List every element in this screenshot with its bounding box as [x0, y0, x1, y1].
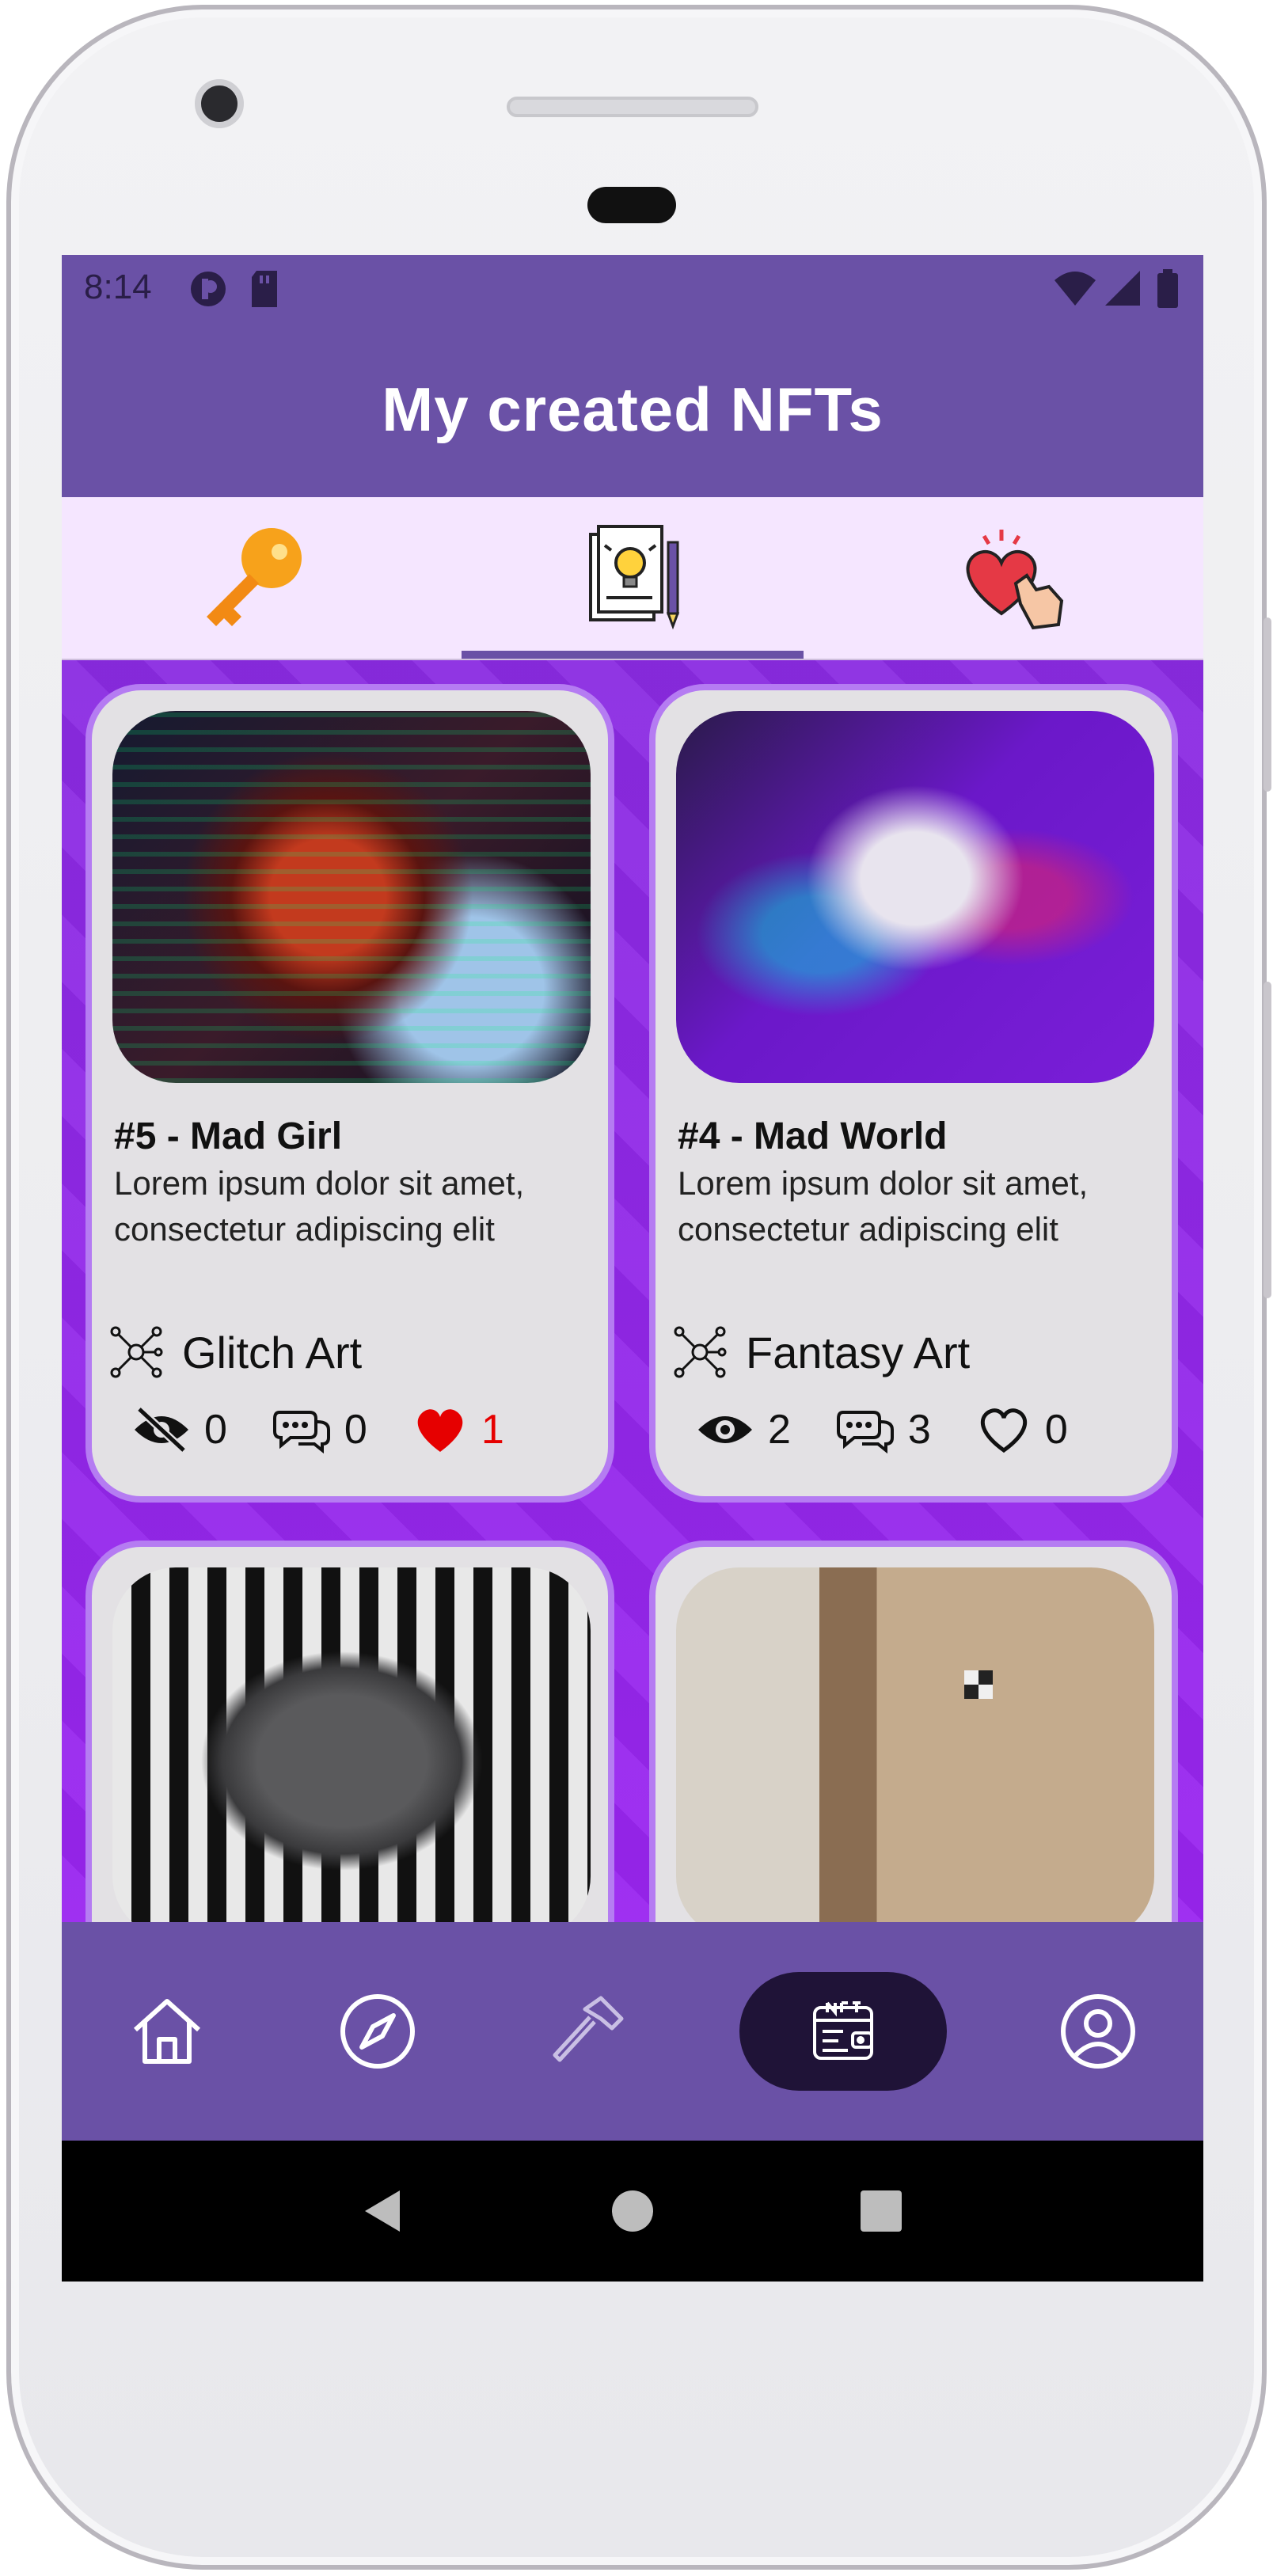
nav-home[interactable] — [108, 1972, 226, 2091]
comments-icon — [836, 1411, 894, 1453]
comments-stat: 3 — [835, 1406, 931, 1453]
nft-card[interactable] — [649, 1541, 1178, 1922]
cellular-signal-icon — [1104, 269, 1142, 316]
nav-explore[interactable] — [318, 1972, 437, 2091]
nav-profile[interactable] — [1039, 1972, 1157, 2091]
app-bar: My created NFTs — [62, 321, 1203, 497]
profile-icon — [1061, 1994, 1135, 2069]
likes-stat[interactable]: 0 — [975, 1404, 1068, 1455]
volume-button — [1264, 617, 1271, 792]
nft-category: Fantasy Art — [671, 1324, 970, 1381]
views-count: 0 — [204, 1407, 227, 1453]
status-bar: 8:14 — [62, 255, 1203, 321]
tab-created[interactable] — [443, 497, 823, 659]
views-stat: 0 — [131, 1406, 227, 1453]
nft-category: Glitch Art — [108, 1324, 362, 1381]
nft-image — [112, 711, 591, 1083]
nft-description: Lorem ipsum dolor sit amet, consectetur … — [678, 1165, 1089, 1248]
wifi-icon — [1053, 269, 1097, 316]
nft-description: Lorem ipsum dolor sit amet, consectetur … — [114, 1165, 525, 1248]
nft-image — [676, 1567, 1154, 1922]
heart-outline-icon[interactable] — [975, 1404, 1032, 1455]
home-icon — [133, 1999, 201, 2064]
bottom-navigation — [62, 1922, 1203, 2141]
app-screen: 8:14 My created NFTs #5 - Mad Girl Lorem… — [62, 255, 1203, 2282]
idea-paper-icon — [589, 525, 680, 630]
nft-card[interactable]: #4 - Mad World Lorem ipsum dolor sit ame… — [649, 684, 1178, 1503]
tab-bar — [62, 497, 1203, 660]
home-circle-icon[interactable] — [609, 2187, 656, 2235]
hammer-icon — [553, 1996, 624, 2062]
comments-count: 0 — [344, 1407, 367, 1453]
nft-card[interactable] — [86, 1541, 614, 1922]
page-title: My created NFTs — [382, 374, 884, 444]
earpiece-speaker — [507, 97, 758, 117]
comments-count: 3 — [907, 1407, 931, 1453]
nft-wallet-icon — [813, 2001, 873, 2060]
proximity-sensor — [587, 187, 676, 223]
nft-card[interactable]: #5 - Mad Girl Lorem ipsum dolor sit amet… — [86, 684, 614, 1503]
likes-count: 1 — [481, 1407, 504, 1453]
eye-off-icon — [135, 1406, 188, 1453]
views-stat: 2 — [695, 1406, 791, 1453]
nft-grid[interactable]: #5 - Mad Girl Lorem ipsum dolor sit amet… — [62, 660, 1203, 1922]
likes-count: 0 — [1044, 1407, 1068, 1453]
app-notification-icon — [188, 269, 228, 317]
heart-hand-icon — [966, 530, 1063, 630]
sd-card-icon — [249, 269, 280, 317]
nft-title: #5 - Mad Girl — [114, 1115, 343, 1157]
nav-my-nfts[interactable] — [739, 1972, 947, 2091]
heart-filled-icon[interactable] — [412, 1404, 469, 1455]
front-camera — [195, 79, 244, 128]
power-button — [1264, 982, 1271, 1298]
compass-icon — [340, 1994, 415, 2069]
system-navigation-bar — [62, 2141, 1203, 2282]
nft-stats: 2 3 0 — [695, 1404, 1112, 1455]
nft-image — [112, 1567, 591, 1922]
nft-stats: 0 0 1 — [131, 1404, 549, 1455]
nft-image — [676, 711, 1154, 1083]
network-nodes-icon — [110, 1326, 163, 1378]
comments-stat: 0 — [272, 1406, 367, 1453]
tab-favorites[interactable] — [823, 497, 1203, 659]
comments-icon — [272, 1411, 330, 1453]
status-time: 8:14 — [84, 268, 152, 306]
battery-icon — [1156, 269, 1180, 317]
nft-title: #4 - Mad World — [678, 1115, 948, 1157]
recents-icon[interactable] — [857, 2187, 905, 2235]
category-label: Fantasy Art — [746, 1327, 971, 1377]
tab-owned[interactable] — [62, 497, 443, 659]
likes-stat[interactable]: 1 — [412, 1404, 504, 1455]
views-count: 2 — [768, 1407, 791, 1453]
nav-create[interactable] — [529, 1972, 648, 2091]
key-icon — [207, 528, 302, 626]
eye-icon — [698, 1416, 752, 1443]
network-nodes-icon — [674, 1326, 727, 1378]
back-icon[interactable] — [360, 2187, 408, 2235]
category-label: Glitch Art — [182, 1327, 363, 1377]
